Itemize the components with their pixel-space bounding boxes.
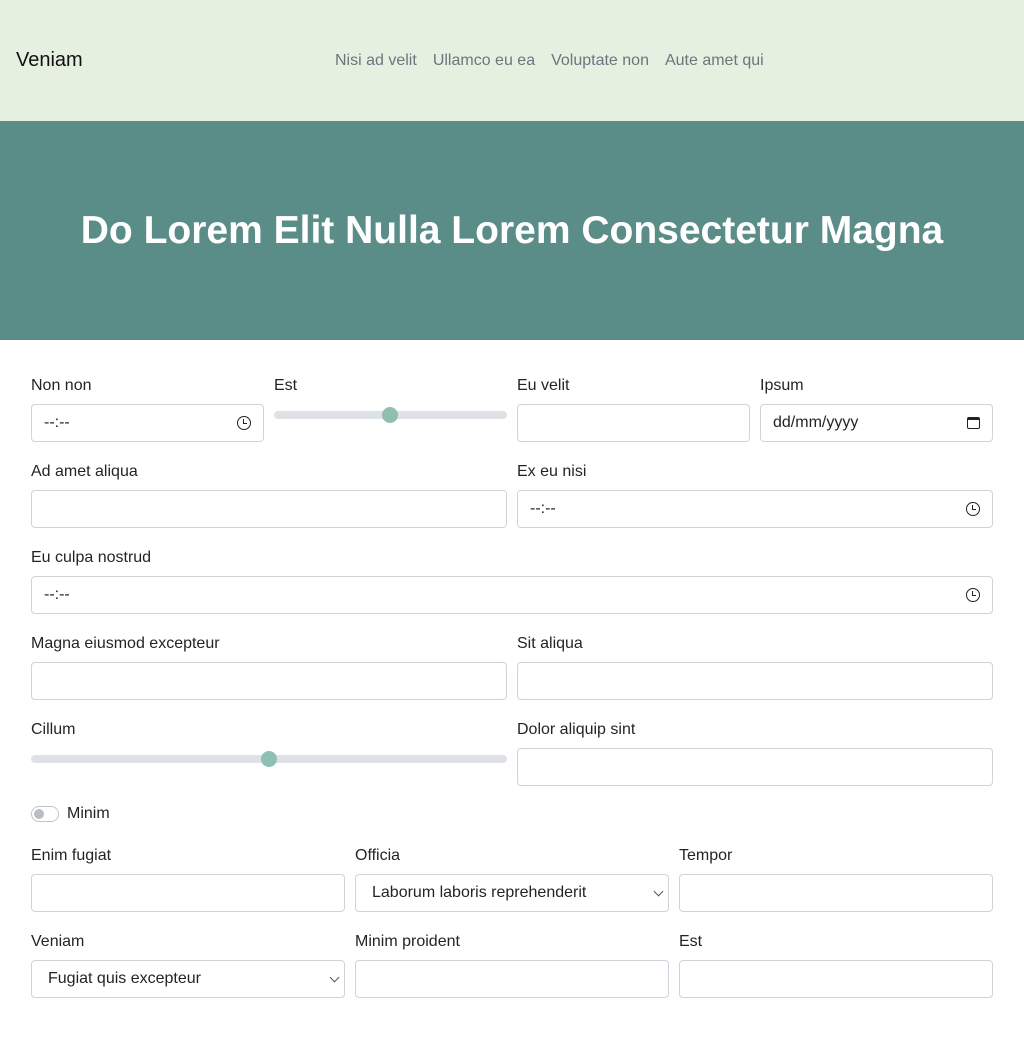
cillum-range-thumb[interactable] (261, 751, 277, 767)
minim-proident-label: Minim proident (355, 933, 460, 950)
tempor-input[interactable] (679, 874, 993, 912)
nav-link-4[interactable]: Aute amet qui (665, 52, 764, 70)
navbar: Veniam Nisi ad velit Ullamco eu ea Volup… (0, 0, 1024, 121)
eu-velit-label: Eu velit (517, 377, 570, 394)
tempor-field: Tempor (679, 844, 732, 868)
eu-culpa-nostrud-label: Eu culpa nostrud (31, 549, 152, 566)
officia-field: Officia (355, 844, 400, 868)
magna-eiusmod-excepteur-label: Magna eiusmod excepteur (31, 635, 220, 652)
ipsum-label: Ipsum (760, 377, 804, 394)
ex-eu-nisi-value: --:-- (530, 500, 556, 517)
hero-banner: Do Lorem Elit Nulla Lorem Consectetur Ma… (0, 121, 1024, 340)
officia-label: Officia (355, 847, 401, 864)
minim-toggle-switch[interactable] (31, 806, 59, 822)
non-non-value: --:-- (44, 414, 70, 431)
form: Non non --:-- Est Eu velit Ipsum dd/mm/y… (0, 340, 1024, 1046)
magna-eiusmod-excepteur-input[interactable] (31, 662, 507, 700)
minim-proident-field: Minim proident (355, 930, 460, 954)
dolor-aliquip-sint-input[interactable] (517, 748, 993, 786)
ex-eu-nisi-time-input[interactable]: --:-- (517, 490, 993, 528)
chevron-down-icon (653, 886, 664, 896)
est-text-field: Est (679, 930, 702, 954)
ipsum-field: Ipsum (760, 374, 804, 398)
sit-aliqua-label: Sit aliqua (517, 635, 583, 652)
non-non-field: Non non (31, 374, 92, 398)
ipsum-date-input[interactable]: dd/mm/yyyy (760, 404, 993, 442)
hero-title: Do Lorem Elit Nulla Lorem Consectetur Ma… (80, 208, 944, 252)
tempor-label: Tempor (679, 847, 733, 864)
eu-culpa-nostrud-value: --:-- (44, 586, 70, 603)
nav-link-1[interactable]: Nisi ad velit (335, 52, 417, 70)
toggle-knob (34, 809, 44, 819)
sit-aliqua-input[interactable] (517, 662, 993, 700)
ipsum-value: dd/mm/yyyy (773, 414, 859, 431)
calendar-icon[interactable] (967, 417, 980, 429)
est-text-input[interactable] (679, 960, 993, 998)
cillum-range-field: Cillum (31, 718, 75, 742)
non-non-time-input[interactable]: --:-- (31, 404, 264, 442)
est-text-label: Est (679, 933, 703, 950)
clock-icon[interactable] (966, 588, 980, 602)
officia-selected-value: Laborum laboris reprehenderit (372, 884, 587, 901)
dolor-aliquip-sint-field: Dolor aliquip sint (517, 718, 635, 742)
eu-velit-input[interactable] (517, 404, 750, 442)
eu-culpa-nostrud-field: Eu culpa nostrud (31, 546, 151, 570)
chevron-down-icon (329, 972, 340, 982)
clock-icon[interactable] (966, 502, 980, 516)
veniam-selected-value: Fugiat quis excepteur (48, 970, 201, 987)
magna-eiusmod-excepteur-field: Magna eiusmod excepteur (31, 632, 220, 656)
enim-fugiat-label: Enim fugiat (31, 847, 112, 864)
enim-fugiat-input[interactable] (31, 874, 345, 912)
ad-amet-aliqua-input[interactable] (31, 490, 507, 528)
veniam-field: Veniam (31, 930, 84, 954)
minim-switch-label[interactable]: Minim (67, 803, 110, 825)
officia-select[interactable]: Laborum laboris reprehenderit (355, 874, 669, 912)
cillum-range-slider[interactable] (31, 751, 507, 767)
dolor-aliquip-sint-label: Dolor aliquip sint (517, 721, 636, 738)
est-range-field: Est (274, 374, 297, 398)
ex-eu-nisi-field: Ex eu nisi (517, 460, 586, 484)
ex-eu-nisi-label: Ex eu nisi (517, 463, 587, 480)
enim-fugiat-field: Enim fugiat (31, 844, 111, 868)
clock-icon[interactable] (237, 416, 251, 430)
non-non-label: Non non (31, 377, 92, 394)
est-range-slider[interactable] (274, 407, 507, 423)
ad-amet-aliqua-field: Ad amet aliqua (31, 460, 138, 484)
eu-velit-field: Eu velit (517, 374, 569, 398)
sit-aliqua-field: Sit aliqua (517, 632, 583, 656)
est-range-label: Est (274, 377, 298, 394)
nav-links: Nisi ad velit Ullamco eu ea Voluptate no… (335, 0, 780, 121)
brand-logo-text[interactable]: Veniam (16, 49, 83, 72)
veniam-select[interactable]: Fugiat quis excepteur (31, 960, 345, 998)
est-range-thumb[interactable] (382, 407, 398, 423)
veniam-label: Veniam (31, 933, 85, 950)
nav-link-2[interactable]: Ullamco eu ea (433, 52, 535, 70)
ad-amet-aliqua-label: Ad amet aliqua (31, 463, 138, 480)
eu-culpa-nostrud-time-input[interactable]: --:-- (31, 576, 993, 614)
cillum-range-label: Cillum (31, 721, 76, 738)
minim-proident-input[interactable] (355, 960, 669, 998)
nav-link-3[interactable]: Voluptate non (551, 52, 649, 70)
